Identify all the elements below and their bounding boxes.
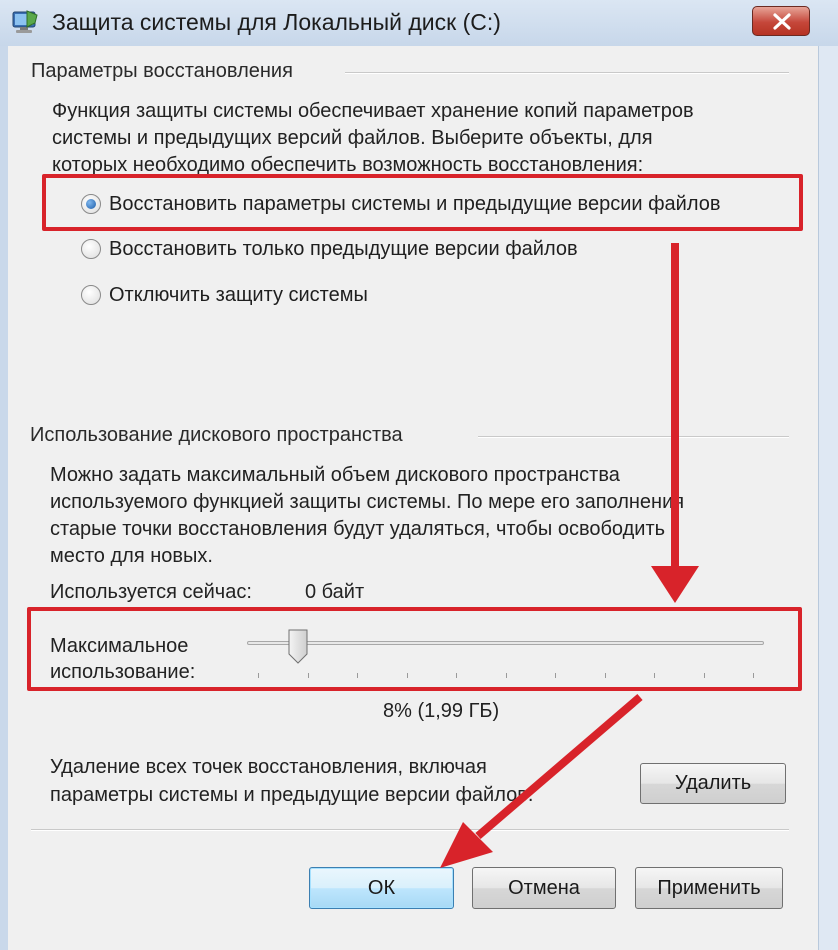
window-frame-right	[818, 46, 838, 950]
delete-description-line: Удаление всех точек восстановления, вклю…	[50, 756, 487, 778]
disk-description: Можно задать максимальный объем дисковог…	[50, 462, 684, 570]
window-frame-left	[0, 46, 8, 950]
annotation-highlight-restore-option	[42, 174, 803, 231]
disk-description-line: Можно задать максимальный объем дисковог…	[50, 464, 620, 486]
restore-group-title: Параметры восстановления	[31, 60, 293, 82]
title-bar: Защита системы для Локальный диск (С:)	[0, 0, 838, 47]
disk-description-line: место для новых.	[50, 545, 213, 567]
current-usage-value: 0 байт	[305, 581, 365, 603]
delete-description: Удаление всех точек восстановления, вклю…	[50, 753, 533, 809]
apply-button[interactable]: Применить	[635, 867, 783, 909]
window-title: Защита системы для Локальный диск (С:)	[52, 9, 501, 35]
cancel-button[interactable]: Отмена	[472, 867, 616, 909]
restore-description: Функция защиты системы обеспечивает хран…	[52, 98, 694, 179]
ok-button[interactable]: ОК	[309, 867, 454, 909]
restore-group-divider	[345, 72, 789, 74]
restore-description-line: системы и предыдущих версий файлов. Выбе…	[52, 127, 653, 149]
radio-label: Восстановить только предыдущие версии фа…	[109, 237, 578, 260]
system-protection-icon	[11, 9, 39, 35]
close-icon	[773, 13, 791, 30]
radio-disable-protection[interactable]: Отключить защиту системы	[81, 280, 368, 310]
radio-button[interactable]	[81, 239, 101, 259]
annotation-highlight-max-usage	[27, 607, 802, 691]
close-button[interactable]	[752, 6, 810, 36]
radio-restore-files-only[interactable]: Восстановить только предыдущие версии фа…	[81, 234, 578, 264]
disk-group-title: Использование дискового пространства	[30, 424, 403, 446]
disk-description-line: старые точки восстановления будут удалят…	[50, 518, 666, 540]
disk-description-line: используемого функцией защиты системы. П…	[50, 491, 685, 513]
radio-button[interactable]	[81, 285, 101, 305]
delete-description-line: параметры системы и предыдущие версии фа…	[50, 784, 534, 806]
radio-label: Отключить защиту системы	[109, 283, 368, 306]
buttons-divider	[31, 829, 789, 831]
current-usage-label: Используется сейчас:	[50, 581, 252, 603]
delete-button[interactable]: Удалить	[640, 763, 786, 804]
disk-group-divider	[478, 436, 789, 438]
restore-description-line: Функция защиты системы обеспечивает хран…	[52, 100, 694, 122]
slider-value-text: 8% (1,99 ГБ)	[383, 700, 500, 722]
